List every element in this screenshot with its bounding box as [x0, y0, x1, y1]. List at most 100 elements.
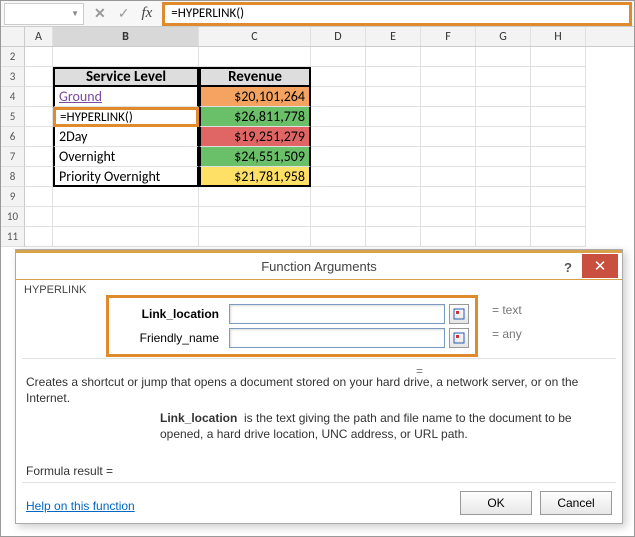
- cell[interactable]: [366, 227, 421, 247]
- cell[interactable]: [53, 47, 199, 67]
- help-link[interactable]: Help on this function: [26, 499, 135, 513]
- row-header[interactable]: 11: [1, 227, 25, 247]
- arg-input-friendly-name[interactable]: [229, 328, 445, 348]
- table-cell-revenue[interactable]: $24,551,509: [199, 147, 311, 167]
- table-header-revenue[interactable]: Revenue: [199, 67, 311, 87]
- cell[interactable]: [421, 207, 476, 227]
- table-cell-revenue[interactable]: $26,811,778: [199, 107, 311, 127]
- cell[interactable]: [421, 227, 476, 247]
- dialog-titlebar[interactable]: Function Arguments ? ✕: [16, 250, 622, 280]
- cell[interactable]: [531, 187, 586, 207]
- cell[interactable]: [531, 207, 586, 227]
- row-header[interactable]: 8: [1, 167, 25, 187]
- cell[interactable]: [311, 67, 366, 87]
- cell[interactable]: [311, 227, 366, 247]
- col-header-F[interactable]: F: [421, 27, 476, 46]
- cell[interactable]: [531, 127, 586, 147]
- cell[interactable]: [366, 127, 421, 147]
- cell[interactable]: [531, 167, 586, 187]
- cell[interactable]: [311, 127, 366, 147]
- table-cell-revenue[interactable]: $21,781,958: [199, 167, 311, 187]
- table-header-service[interactable]: Service Level: [53, 67, 199, 87]
- hyperlink-text[interactable]: Ground: [59, 88, 102, 105]
- cell[interactable]: [311, 87, 366, 107]
- cell[interactable]: [531, 67, 586, 87]
- row-header[interactable]: 2: [1, 47, 25, 67]
- table-cell-service[interactable]: Ground: [53, 87, 199, 107]
- cell[interactable]: [25, 167, 53, 187]
- cell[interactable]: [476, 207, 531, 227]
- row-header[interactable]: 10: [1, 207, 25, 227]
- cell[interactable]: [25, 207, 53, 227]
- cell[interactable]: [311, 147, 366, 167]
- row-header[interactable]: 9: [1, 187, 25, 207]
- close-button[interactable]: ✕: [582, 254, 618, 278]
- spreadsheet-grid[interactable]: 2 3 Service Level Revenue 4 Ground $20,1…: [1, 47, 634, 252]
- cell[interactable]: [311, 207, 366, 227]
- cell[interactable]: [25, 147, 53, 167]
- cell[interactable]: [366, 167, 421, 187]
- cell[interactable]: [311, 167, 366, 187]
- cell[interactable]: [25, 107, 53, 127]
- col-header-C[interactable]: C: [199, 27, 311, 46]
- cell[interactable]: [476, 147, 531, 167]
- cell[interactable]: [199, 207, 311, 227]
- ok-button[interactable]: OK: [460, 491, 532, 515]
- cell[interactable]: [53, 207, 199, 227]
- cell[interactable]: [25, 227, 53, 247]
- cell[interactable]: [311, 107, 366, 127]
- cell[interactable]: [421, 187, 476, 207]
- cell[interactable]: [199, 47, 311, 67]
- help-button[interactable]: ?: [554, 256, 582, 278]
- row-header[interactable]: 7: [1, 147, 25, 167]
- cell[interactable]: [531, 147, 586, 167]
- name-box-dropdown-icon[interactable]: ▼: [71, 9, 79, 19]
- row-header[interactable]: 5: [1, 107, 25, 127]
- cell[interactable]: [476, 227, 531, 247]
- cell[interactable]: [25, 87, 53, 107]
- cell[interactable]: [531, 87, 586, 107]
- cell[interactable]: [531, 107, 586, 127]
- cell[interactable]: [53, 227, 199, 247]
- cell[interactable]: [421, 47, 476, 67]
- fx-icon[interactable]: fx: [141, 5, 152, 22]
- cell[interactable]: [476, 187, 531, 207]
- cell[interactable]: [531, 227, 586, 247]
- cell[interactable]: [476, 47, 531, 67]
- cell[interactable]: [531, 47, 586, 67]
- formula-input[interactable]: =HYPERLINK(): [162, 2, 632, 26]
- cell[interactable]: [476, 87, 531, 107]
- cell[interactable]: [366, 187, 421, 207]
- cell[interactable]: [421, 107, 476, 127]
- cell[interactable]: [366, 47, 421, 67]
- cell[interactable]: [199, 187, 311, 207]
- cell[interactable]: [311, 187, 366, 207]
- row-header[interactable]: 4: [1, 87, 25, 107]
- cancel-icon[interactable]: ✕: [94, 5, 106, 22]
- cell[interactable]: [421, 147, 476, 167]
- cell[interactable]: [366, 207, 421, 227]
- table-cell-service[interactable]: Overnight: [53, 147, 199, 167]
- cell[interactable]: [366, 107, 421, 127]
- cancel-button[interactable]: Cancel: [540, 491, 612, 515]
- cell[interactable]: [476, 67, 531, 87]
- cell[interactable]: [476, 107, 531, 127]
- cell[interactable]: [421, 167, 476, 187]
- cell[interactable]: [199, 227, 311, 247]
- table-cell-revenue[interactable]: $20,101,264: [199, 87, 311, 107]
- col-header-D[interactable]: D: [311, 27, 366, 46]
- cell[interactable]: [25, 67, 53, 87]
- col-header-H[interactable]: H: [531, 27, 586, 46]
- col-header-G[interactable]: G: [476, 27, 531, 46]
- cell[interactable]: [53, 187, 199, 207]
- arg-input-link-location[interactable]: [229, 304, 445, 324]
- cell[interactable]: [366, 67, 421, 87]
- table-cell-service[interactable]: 2Day: [53, 127, 199, 147]
- cell[interactable]: [366, 147, 421, 167]
- range-selector-button[interactable]: [449, 328, 469, 348]
- cell[interactable]: [25, 187, 53, 207]
- cell[interactable]: [476, 127, 531, 147]
- cell[interactable]: [25, 127, 53, 147]
- range-selector-button[interactable]: [449, 304, 469, 324]
- name-box[interactable]: ▼: [4, 3, 84, 25]
